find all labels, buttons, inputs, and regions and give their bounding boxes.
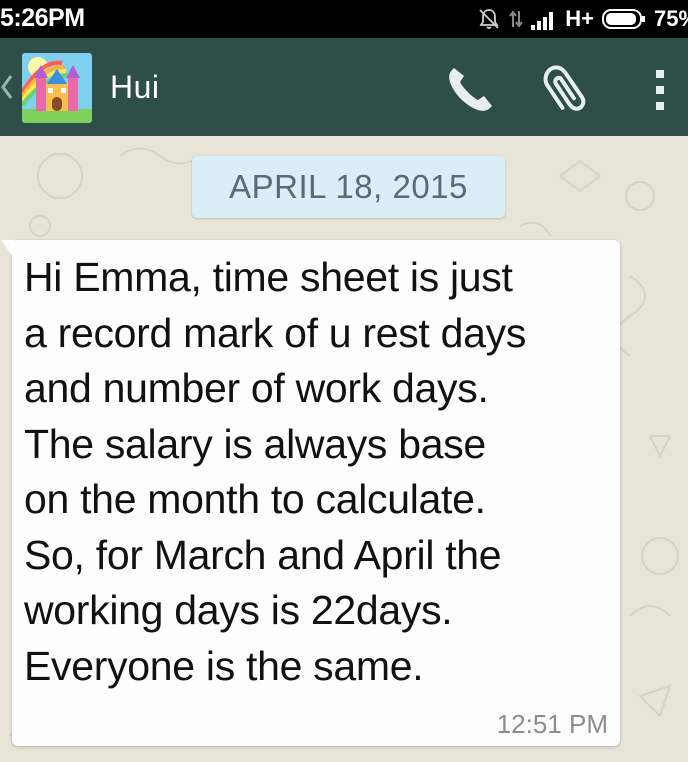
data-arrows-icon xyxy=(509,7,524,31)
message-line: a record mark of u rest days xyxy=(24,309,527,356)
overflow-menu-icon xyxy=(640,70,680,124)
network-type: H+ xyxy=(565,6,594,31)
status-bar: 5:26PM H+ 75 xyxy=(0,0,688,38)
message-line: Hi Emma, time sheet is just xyxy=(24,254,513,300)
attach-button[interactable] xyxy=(535,60,595,120)
date-divider: APRIL 18, 2015 xyxy=(192,156,505,218)
message-line: and number of work days. xyxy=(24,365,489,411)
message-line: Everyone is the same. xyxy=(24,642,424,689)
overflow-menu-button[interactable] xyxy=(640,60,680,120)
message-line: working days is 22days. xyxy=(24,587,453,633)
chat-area[interactable]: APRIL 18, 2015 Hi Emma, time sheet is ju… xyxy=(0,136,688,762)
mute-icon xyxy=(477,7,501,31)
bubble-tail xyxy=(1,240,15,260)
chat-header: Hui xyxy=(0,38,688,136)
signal-icon xyxy=(531,8,557,30)
incoming-message-bubble[interactable]: Hi Emma, time sheet is just a record mar… xyxy=(1,240,620,746)
message-text: Hi Emma, time sheet is just a record mar… xyxy=(24,250,620,694)
back-icon[interactable] xyxy=(0,72,14,107)
battery-icon xyxy=(602,8,646,30)
status-time: 5:26PM xyxy=(0,4,85,32)
phone-icon xyxy=(440,68,500,124)
status-indicators: H+ 75% xyxy=(477,6,688,32)
message-timestamp: 12:51 PM xyxy=(496,709,608,739)
contact-name[interactable]: Hui xyxy=(110,69,160,106)
message-line: So, for March and April the xyxy=(24,531,502,578)
avatar[interactable] xyxy=(22,53,92,123)
message-line: The salary is always base xyxy=(24,420,486,467)
call-button[interactable] xyxy=(440,60,500,120)
battery-percent: 75% xyxy=(654,6,688,31)
message-line: on the month to calculate. xyxy=(24,476,486,522)
paperclip-icon xyxy=(535,65,595,124)
